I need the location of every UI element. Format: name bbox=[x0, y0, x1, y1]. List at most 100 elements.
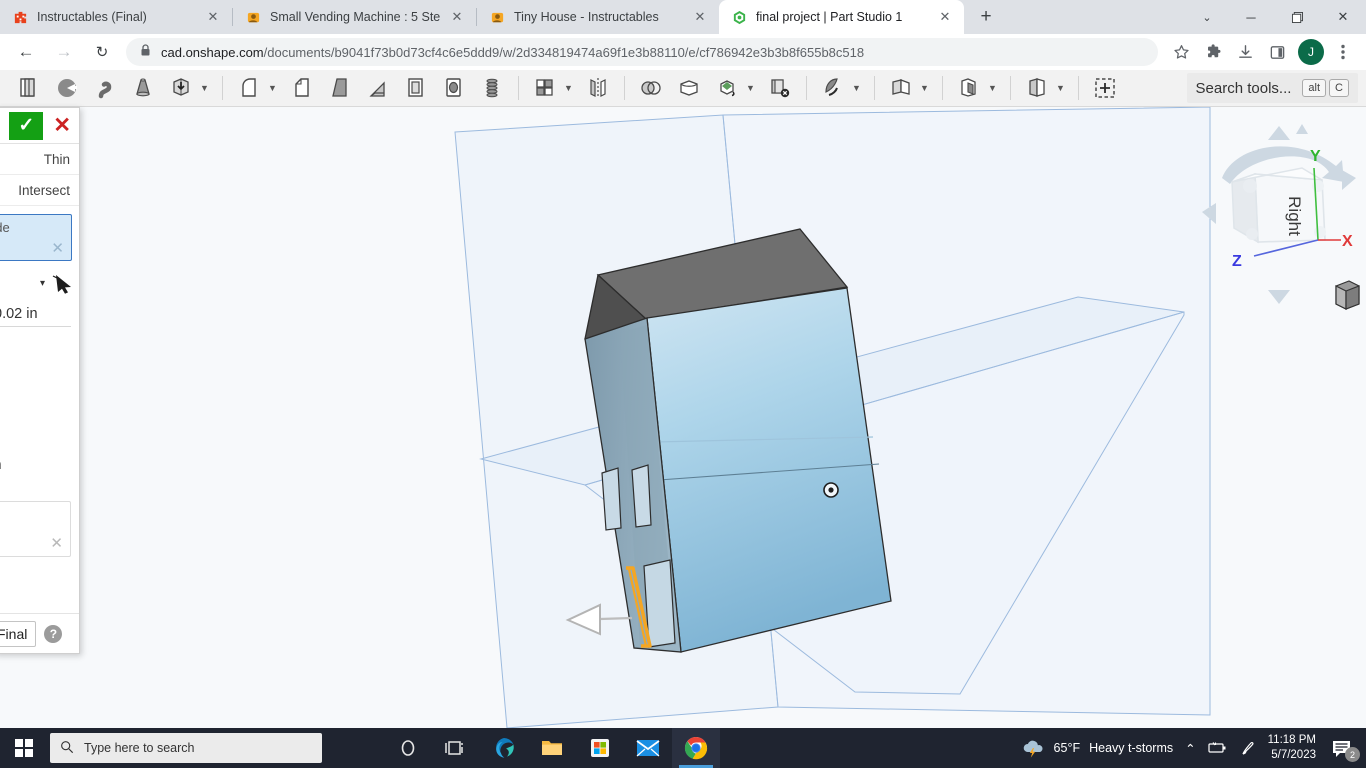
shell-tool[interactable] bbox=[397, 72, 435, 105]
cortana-icon[interactable] bbox=[384, 728, 432, 768]
new-tab-button[interactable]: + bbox=[970, 2, 1002, 32]
reload-icon[interactable]: ↻ bbox=[86, 36, 118, 68]
taskbar-search-placeholder: Type here to search bbox=[84, 741, 194, 755]
view-home-cube-button[interactable] bbox=[1336, 281, 1359, 309]
chamfer-icon bbox=[286, 73, 318, 103]
pattern-tool[interactable]: ▼ bbox=[526, 72, 579, 105]
bookmark-star-icon[interactable] bbox=[1166, 37, 1196, 67]
view-cube[interactable]: Right bbox=[1232, 168, 1326, 242]
taskbar-search-input[interactable]: Type here to search bbox=[50, 733, 322, 763]
google-chrome-icon[interactable] bbox=[672, 728, 720, 768]
close-window-button[interactable]: ✕ bbox=[1320, 0, 1366, 34]
select-arrow-icon[interactable] bbox=[52, 273, 75, 294]
mail-icon[interactable] bbox=[624, 728, 672, 768]
chevron-down-icon[interactable]: ▼ bbox=[265, 73, 280, 103]
split-tool[interactable] bbox=[670, 72, 708, 105]
close-icon[interactable]: ✕ bbox=[202, 6, 224, 28]
profile-avatar[interactable]: J bbox=[1298, 39, 1324, 65]
rotate-up-arrow[interactable] bbox=[1268, 126, 1290, 140]
chevron-down-icon[interactable]: ▾ bbox=[40, 278, 45, 289]
merge-scope-field[interactable]: ✕ bbox=[0, 501, 71, 557]
rib-tool[interactable] bbox=[359, 72, 397, 105]
browser-tab-1[interactable]: Small Vending Machine : 5 Steps ✕ bbox=[233, 0, 476, 34]
notification-center-button[interactable]: 2 bbox=[1326, 728, 1366, 768]
depth-dimension-field[interactable]: 0.02 in bbox=[0, 302, 71, 327]
start-button[interactable] bbox=[0, 728, 48, 768]
3d-viewport[interactable]: Right bbox=[0, 107, 1366, 728]
plane-tool[interactable] bbox=[48, 72, 86, 105]
taskbar-clock[interactable]: 11:18 PM 5/7/2023 bbox=[1262, 728, 1326, 768]
help-icon[interactable]: ? bbox=[44, 625, 62, 643]
microsoft-store-icon[interactable] bbox=[576, 728, 624, 768]
chamfer-tool[interactable] bbox=[283, 72, 321, 105]
chevron-down-icon[interactable]: ▼ bbox=[985, 73, 1000, 103]
selection-field[interactable]: ude ✕ bbox=[0, 214, 72, 261]
dialog-header: ✓ ✕ bbox=[0, 108, 79, 144]
chevron-down-icon[interactable]: ▼ bbox=[849, 73, 864, 103]
delete-part-tool[interactable] bbox=[761, 72, 799, 105]
onshape-graphics-area[interactable]: Right ht bbox=[0, 107, 1366, 728]
pen-icon[interactable] bbox=[1234, 728, 1262, 768]
file-explorer-icon[interactable] bbox=[528, 728, 576, 768]
browser-tab-0[interactable]: Instructables (Final) ✕ bbox=[0, 0, 232, 34]
extrude-feature-dialog[interactable]: ✓ ✕ Thin Intersect ude ✕ ▾ 0.02 in n ✕ F… bbox=[0, 107, 80, 654]
close-icon[interactable]: ✕ bbox=[446, 6, 468, 28]
downloads-icon[interactable] bbox=[1230, 37, 1260, 67]
maximize-button[interactable] bbox=[1274, 0, 1320, 34]
view-cube-widget[interactable]: Right Y Z X bbox=[1194, 118, 1362, 318]
cancel-button[interactable]: ✕ bbox=[53, 115, 71, 136]
thread-tool[interactable] bbox=[473, 72, 511, 105]
microsoft-edge-icon[interactable] bbox=[480, 728, 528, 768]
windows-taskbar: Type here to search 65°F Heavy t-storms … bbox=[0, 728, 1366, 768]
accept-button[interactable]: ✓ bbox=[9, 112, 43, 140]
origin-point-marker[interactable] bbox=[824, 483, 838, 497]
browser-tab-3[interactable]: final project | Part Studio 1 ✕ bbox=[719, 0, 964, 34]
fillet-tool[interactable]: ▼ bbox=[230, 72, 283, 105]
address-bar[interactable]: cad.onshape.com/documents/b9041f73b0d73c… bbox=[126, 38, 1158, 66]
custom-feature-tool[interactable] bbox=[1086, 72, 1124, 105]
hole-tool[interactable] bbox=[435, 72, 473, 105]
draft-tool[interactable] bbox=[321, 72, 359, 105]
loft-tool[interactable] bbox=[124, 72, 162, 105]
transform-tool[interactable]: ▼ bbox=[708, 72, 761, 105]
browser-tab-2[interactable]: Tiny House - Instructables ✕ bbox=[477, 0, 719, 34]
sketch-tool[interactable] bbox=[10, 72, 48, 105]
sheet-metal-tool[interactable]: ▼ bbox=[882, 72, 935, 105]
extrude-tool[interactable]: ▼ bbox=[162, 72, 215, 105]
chevron-down-icon[interactable]: ▼ bbox=[917, 73, 932, 103]
tab-search-chevron-icon[interactable]: ⌄ bbox=[1186, 0, 1228, 34]
three-dot-menu-icon[interactable] bbox=[1328, 37, 1358, 67]
sweep-tool[interactable] bbox=[86, 72, 124, 105]
sidepanel-icon[interactable] bbox=[1262, 37, 1292, 67]
rotate-right-arrow[interactable] bbox=[1342, 170, 1356, 190]
task-view-icon[interactable] bbox=[432, 728, 480, 768]
weather-widget[interactable]: 65°F Heavy t-storms bbox=[1015, 728, 1180, 768]
minimize-button[interactable]: ─ bbox=[1228, 0, 1274, 34]
close-icon[interactable]: ✕ bbox=[934, 6, 956, 28]
mirror-tool[interactable] bbox=[579, 72, 617, 105]
chevron-down-icon[interactable]: ▼ bbox=[743, 73, 758, 103]
depth-value: 0.02 in bbox=[0, 306, 38, 322]
thin-option-row[interactable]: Thin bbox=[0, 144, 79, 175]
toolbar-divider bbox=[222, 76, 223, 100]
chevron-down-icon[interactable]: ▼ bbox=[1053, 73, 1068, 103]
intersect-option-row[interactable]: Intersect bbox=[0, 175, 79, 206]
final-button[interactable]: Final bbox=[0, 621, 36, 647]
chevron-down-icon[interactable]: ▼ bbox=[561, 73, 576, 103]
forward-icon[interactable]: → bbox=[48, 36, 80, 68]
chevron-down-icon[interactable]: ▼ bbox=[197, 73, 212, 103]
derive-tool[interactable]: ▼ bbox=[950, 72, 1003, 105]
clear-merge-scope-icon[interactable]: ✕ bbox=[50, 534, 63, 552]
rotate-down-arrow[interactable] bbox=[1268, 290, 1290, 304]
rotate-left-arrow[interactable] bbox=[1202, 203, 1216, 224]
clear-selection-icon[interactable]: ✕ bbox=[51, 239, 64, 257]
insert-part-tool[interactable]: ▼ bbox=[1018, 72, 1071, 105]
extensions-puzzle-icon[interactable] bbox=[1198, 37, 1228, 67]
surface-fill-tool[interactable]: ▼ bbox=[814, 72, 867, 105]
close-icon[interactable]: ✕ bbox=[689, 6, 711, 28]
back-icon[interactable]: ← bbox=[10, 36, 42, 68]
show-hidden-icons-chevron[interactable]: ⌃ bbox=[1179, 728, 1201, 768]
battery-icon[interactable] bbox=[1202, 728, 1234, 768]
boolean-tool[interactable] bbox=[632, 72, 670, 105]
search-tools-button[interactable]: Search tools... alt C bbox=[1187, 73, 1358, 103]
